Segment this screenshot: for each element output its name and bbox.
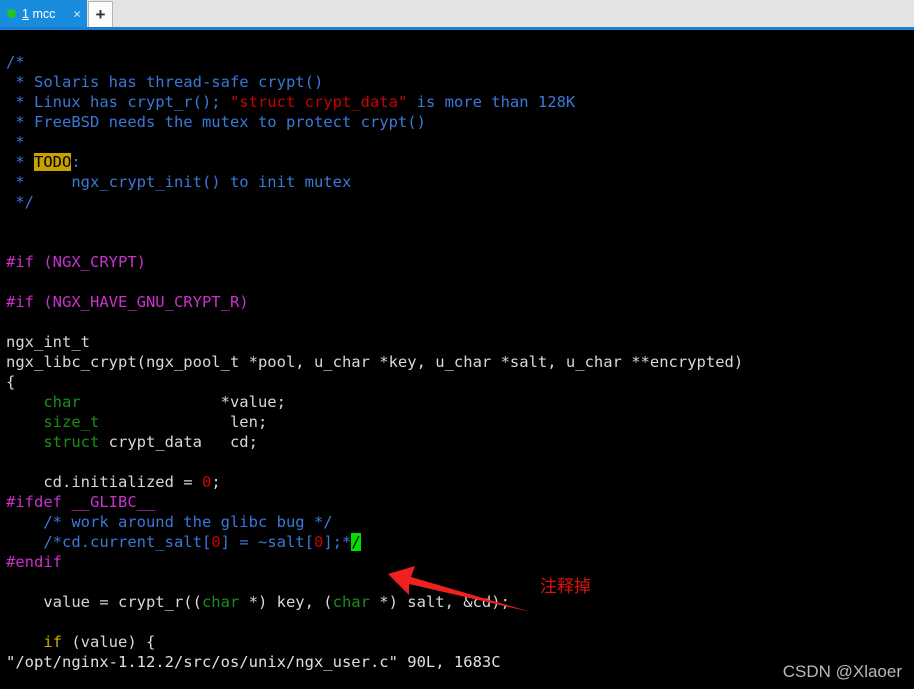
code-token: value = crypt_r((: [6, 593, 202, 611]
text-cursor: /: [351, 533, 361, 551]
watermark: CSDN @Xlaoer: [782, 662, 902, 681]
code-line: {: [6, 372, 743, 392]
code-line: /* work around the glibc bug */: [6, 512, 743, 532]
code-line: value = crypt_r((char *) key, (char *) s…: [6, 592, 743, 612]
vim-status-line: "/opt/nginx-1.12.2/src/os/unix/ngx_user.…: [6, 653, 501, 671]
tab-label: 1 mcc: [22, 7, 55, 21]
terminal-screen[interactable]: /* * Solaris has thread-safe crypt() * L…: [0, 30, 914, 689]
close-icon[interactable]: ×: [73, 7, 81, 20]
code-token: *: [6, 133, 25, 151]
code-token: size_t: [43, 413, 100, 431]
code-token: char: [43, 393, 81, 411]
code-token: char: [332, 593, 370, 611]
code-token: /*: [6, 53, 25, 71]
code-token: if: [43, 633, 62, 651]
code-line: size_t len;: [6, 412, 743, 432]
annotation-label: 注释掉: [540, 577, 591, 597]
code-token: (value) {: [62, 633, 156, 651]
code-token: /* work around the glibc bug */: [43, 513, 333, 531]
code-line: #ifdef __GLIBC__: [6, 492, 743, 512]
code-line: #if (NGX_HAVE_GNU_CRYPT_R): [6, 292, 743, 312]
code-token: #if (NGX_HAVE_GNU_CRYPT_R): [6, 293, 249, 311]
code-line: * ngx_crypt_init() to init mutex: [6, 172, 743, 192]
code-token: ngx_libc_crypt(ngx_pool_t *pool, u_char …: [6, 353, 744, 371]
code-token: #if (NGX_CRYPT): [6, 253, 146, 271]
code-token: 0: [313, 533, 324, 551]
code-token: *) key, (: [239, 593, 333, 611]
code-line: *: [6, 132, 743, 152]
vim-buffer[interactable]: /* * Solaris has thread-safe crypt() * L…: [6, 52, 743, 652]
code-line: /*: [6, 52, 743, 72]
terminal-tab-bar: 1 mcc × +: [0, 0, 914, 30]
code-token: *: [6, 153, 34, 171]
tab-mcc[interactable]: 1 mcc ×: [0, 0, 87, 27]
tab-title: mcc: [32, 6, 56, 21]
code-token: struct: [43, 433, 100, 451]
code-token: * FreeBSD needs the mutex to protect cry…: [6, 113, 426, 131]
code-token: :: [71, 153, 81, 171]
code-token: len;: [99, 413, 268, 431]
code-token: 0: [201, 473, 212, 491]
code-line: if (value) {: [6, 632, 743, 652]
code-token: TODO: [34, 153, 72, 171]
code-token: "struct crypt_data": [229, 93, 408, 111]
code-token: ;: [211, 473, 221, 491]
code-line: struct crypt_data cd;: [6, 432, 743, 452]
code-token: #endif: [6, 553, 62, 571]
code-token: /*cd.current_salt[: [43, 533, 212, 551]
code-line: #if (NGX_CRYPT): [6, 252, 743, 272]
code-token: 0: [211, 533, 221, 551]
tab-number: 1: [22, 6, 29, 21]
code-line: ngx_libc_crypt(ngx_pool_t *pool, u_char …: [6, 352, 743, 372]
code-token: *value;: [80, 393, 286, 411]
code-token: crypt_data cd;: [99, 433, 258, 451]
code-line: * Linux has crypt_r(); "struct crypt_dat…: [6, 92, 743, 112]
code-line: /*cd.current_salt[0] = ~salt[0];*/: [6, 532, 743, 552]
code-line: ngx_int_t: [6, 332, 743, 352]
code-token: char: [201, 593, 240, 611]
code-token: ngx_int_t: [6, 333, 90, 351]
code-line: * FreeBSD needs the mutex to protect cry…: [6, 112, 743, 132]
code-line: char *value;: [6, 392, 743, 412]
code-token: cd.initialized =: [6, 473, 202, 491]
new-tab-button[interactable]: +: [88, 1, 113, 27]
code-line: cd.initialized = 0;: [6, 472, 743, 492]
code-token: * Linux has crypt_r();: [6, 93, 230, 111]
code-token: *) salt, &cd);: [369, 593, 510, 611]
code-line: #endif: [6, 552, 743, 572]
code-token: ] = ~salt[: [220, 533, 314, 551]
code-token: is more than 128K: [407, 93, 576, 111]
code-token: */: [6, 193, 34, 211]
tab-status-dot: [7, 9, 16, 18]
code-token: #ifdef __GLIBC__: [6, 493, 156, 511]
code-line: * TODO:: [6, 152, 743, 172]
code-token: * Solaris has thread-safe crypt(): [6, 73, 324, 91]
code-token: {: [6, 373, 16, 391]
code-line: * Solaris has thread-safe crypt(): [6, 72, 743, 92]
code-line: */: [6, 192, 743, 212]
code-token: * ngx_crypt_init() to init mutex: [6, 173, 352, 191]
code-token: ];*: [323, 533, 352, 551]
